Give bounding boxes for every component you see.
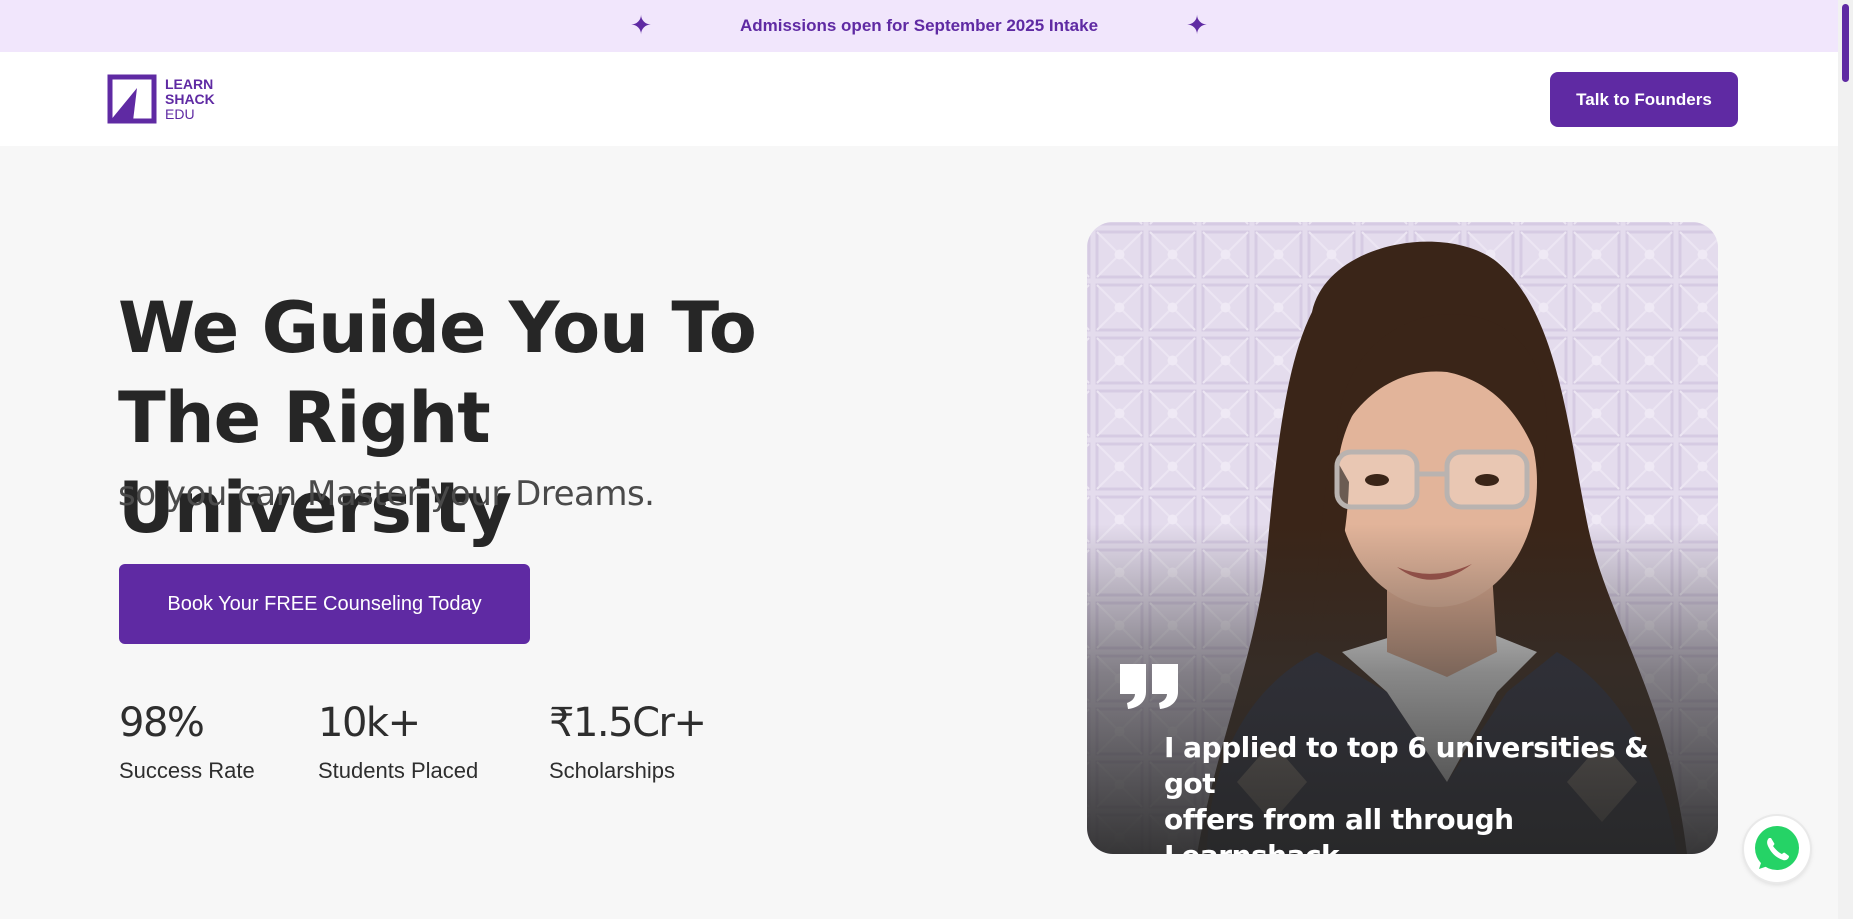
stat-success-rate: 98% Success Rate (119, 700, 255, 784)
sparkle-icon: ✦ (1186, 11, 1208, 41)
book-counseling-button[interactable]: Book Your FREE Counseling Today (119, 564, 530, 644)
scrollbar-thumb[interactable] (1842, 4, 1849, 82)
stat-value: 10k+ (318, 700, 421, 746)
page-scrollbar[interactable] (1838, 0, 1853, 919)
stat-label: Success Rate (119, 758, 255, 783)
stat-value: ₹1.5Cr+ (549, 700, 707, 746)
stat-students-placed: 10k+ Students Placed (318, 700, 478, 784)
logo[interactable]: LEARN SHACK EDU (107, 74, 215, 124)
testimonial-card: I applied to top 6 universities & got of… (1087, 222, 1718, 854)
quote-icon (1118, 662, 1182, 714)
quote-line-1: I applied to top 6 universities & got (1164, 731, 1649, 800)
logo-wordmark: LEARN SHACK EDU (165, 75, 215, 122)
hero-title-line-2: The Right University (118, 377, 512, 549)
whatsapp-chat-button[interactable] (1744, 816, 1810, 882)
stat-value: 98% (119, 700, 205, 746)
stat-label: Students Placed (318, 758, 479, 783)
announcement-text: Admissions open for September 2025 Intak… (739, 16, 1099, 35)
hero-subtitle: so you can Master your Dreams. (118, 474, 655, 514)
sparkle-icon: ✦ (630, 11, 652, 41)
learnshack-logo-icon (107, 74, 157, 124)
stat-label: Scholarships (549, 758, 675, 783)
logo-line-learn: LEARN (165, 75, 214, 92)
announcement-bar: ✦ Admissions open for September 2025 Int… (0, 0, 1838, 52)
testimonial-quote: I applied to top 6 universities & got of… (1164, 730, 1684, 854)
stat-scholarships: ₹1.5Cr+ Scholarships (549, 700, 707, 784)
logo-line-edu: EDU (165, 105, 195, 122)
logo-line-shack: SHACK (165, 90, 215, 107)
whatsapp-icon (1755, 826, 1799, 870)
quote-line-2: offers from all through Learnshack. (1164, 803, 1514, 854)
talk-to-founders-button[interactable]: Talk to Founders (1550, 72, 1738, 127)
site-header: LEARN SHACK EDU Talk to Founders (0, 52, 1838, 146)
hero-title-line-1: We Guide You To (118, 287, 757, 369)
